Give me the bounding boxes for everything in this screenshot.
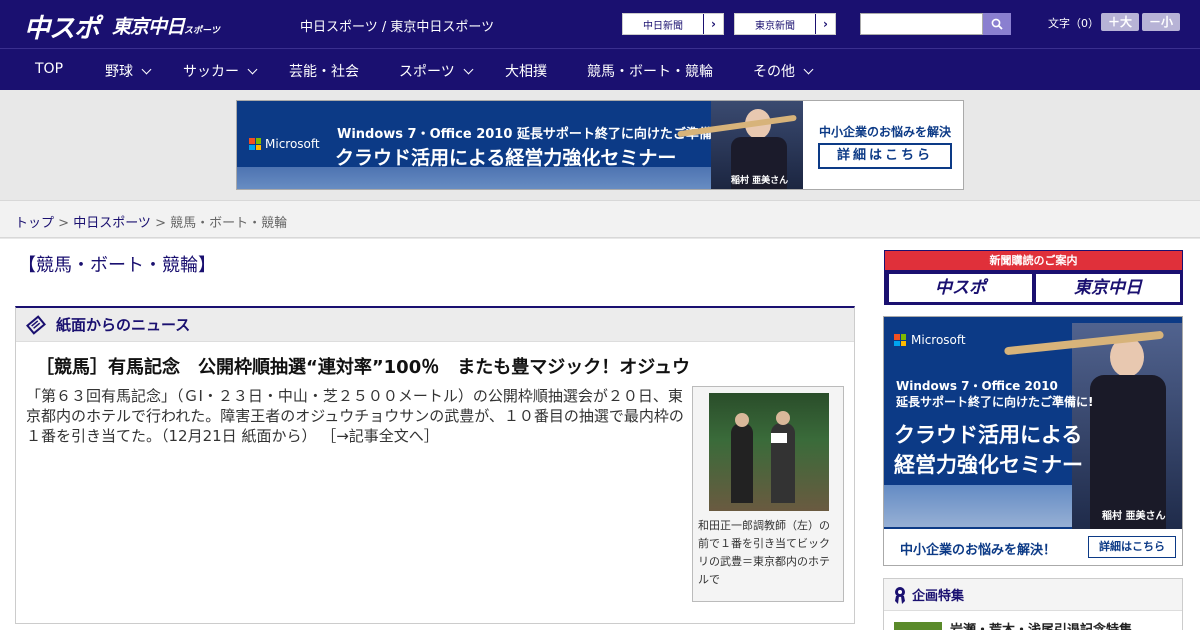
breadcrumb-parent-link[interactable]: 中日スポーツ bbox=[73, 216, 151, 231]
tokyo-chunichi-logo[interactable]: 東京中日スポーツ bbox=[112, 12, 220, 39]
top-header: 中スポ 東京中日スポーツ 中日スポーツ / 東京中日スポーツ 中日新聞 › 東京… bbox=[0, 0, 1200, 48]
newspaper-news-section: 紙面からのニュース ［競馬］有馬記念 公開枠順抽選“連対率”100％ またも豊マ… bbox=[15, 306, 855, 624]
microsoft-logo: Microsoft bbox=[894, 333, 966, 347]
article-title-link[interactable]: ［競馬］有馬記念 公開枠順抽選“連対率”100％ またも豊マジック！オジュウ bbox=[36, 353, 690, 379]
ad-line1: Windows 7・Office 2010 延長サポート終了に向けたご準備に! bbox=[337, 127, 731, 142]
search-button[interactable] bbox=[983, 13, 1011, 35]
ad-person-name: 稲村 亜美さん bbox=[1102, 511, 1166, 522]
microsoft-brand-text: Microsoft bbox=[911, 333, 966, 347]
font-size-label: 文字（0） bbox=[1048, 17, 1099, 30]
ad-line1: Windows 7・Office 2010 bbox=[896, 379, 1058, 393]
breadcrumb-separator: > bbox=[54, 216, 74, 231]
read-more-link[interactable]: ［→記事全文へ］ bbox=[321, 427, 439, 445]
nav-keiba[interactable]: 競馬・ボート・競輪 bbox=[587, 61, 713, 81]
ad-person-name: 稲村 亜美さん bbox=[731, 176, 789, 186]
section-title: 紙面からのニュース bbox=[56, 316, 191, 334]
breadcrumb-home-link[interactable]: トップ bbox=[15, 216, 54, 231]
tokyo-shimbun-link[interactable]: 東京新聞 › bbox=[734, 13, 836, 35]
search-input[interactable] bbox=[860, 13, 983, 35]
section-header: 紙面からのニュース bbox=[16, 308, 854, 342]
ad-line2: クラウド活用による経営力強化セミナー bbox=[335, 147, 677, 169]
chevron-right-icon: › bbox=[703, 14, 723, 34]
subscribe-chuspo-link[interactable]: 中スポ bbox=[889, 274, 1032, 302]
ad-line4: 経営力強化セミナー bbox=[894, 453, 1083, 477]
ad-cta-button[interactable]: 詳細はこちら bbox=[1088, 536, 1176, 558]
font-bigger-button[interactable]: ＋大 bbox=[1101, 13, 1139, 31]
subscribe-tokyo-chunichi-link[interactable]: 東京中日 bbox=[1036, 274, 1180, 302]
ad-line2: 延長サポート終了に向けたご準備に! bbox=[896, 395, 1094, 409]
page-title: 【競馬・ボート・競輪】 bbox=[18, 255, 216, 276]
breadcrumb: トップ > 中日スポーツ > 競馬・ボート・競輪 bbox=[15, 212, 287, 231]
chunichi-shimbun-link[interactable]: 中日新聞 › bbox=[622, 13, 724, 35]
ad-question: 中小企業のお悩みを解決 bbox=[819, 125, 952, 139]
nav-sumo[interactable]: 大相撲 bbox=[505, 61, 547, 81]
site-search bbox=[860, 13, 1011, 35]
ribbon-icon bbox=[895, 586, 905, 604]
nav-label: その他 bbox=[753, 64, 795, 80]
chuspo-logo[interactable]: 中スポ bbox=[24, 8, 100, 45]
feature-thumbnail bbox=[894, 621, 942, 630]
chevron-right-icon: › bbox=[815, 14, 835, 34]
microsoft-brand-text: Microsoft bbox=[265, 137, 320, 151]
nav-other[interactable]: その他 bbox=[753, 61, 814, 81]
feature-item-label: 岩瀬・荒木・浅尾引退記念特集 bbox=[950, 619, 1132, 630]
nav-entertainment[interactable]: 芸能・社会 bbox=[289, 61, 359, 81]
feature-header: 企画特集 bbox=[884, 579, 1182, 611]
nav-label: 野球 bbox=[105, 64, 133, 80]
ad-question: 中小企業のお悩みを解決！ bbox=[900, 543, 1057, 558]
subscription-box: 新聞購読のご案内 中スポ 東京中日 bbox=[884, 250, 1183, 305]
subscription-header: 新聞購読のご案内 bbox=[885, 251, 1182, 270]
microsoft-squares-icon bbox=[894, 334, 906, 346]
article-photo[interactable]: 和田正一郎調教師（左）の前で１番を引き当てビックリの武豊＝東京都内のホテルで bbox=[692, 386, 844, 602]
ad-cta-button[interactable]: 詳細はこちら bbox=[818, 143, 952, 169]
nav-sports[interactable]: スポーツ bbox=[399, 61, 474, 81]
nav-label: 芸能・社会 bbox=[289, 64, 359, 80]
font-smaller-button[interactable]: －小 bbox=[1142, 13, 1180, 31]
ad-right-panel: 中小企業のお悩みを解決 詳細はこちら bbox=[803, 101, 963, 189]
main-nav: TOP 野球 サッカー 芸能・社会 スポーツ 大相撲 競馬・ボート・競輪 その他 bbox=[0, 48, 1200, 90]
top-ad-banner[interactable]: Microsoft Windows 7・Office 2010 延長サポート終了… bbox=[236, 100, 964, 190]
tokyo-chunichi-logo-text: 東京中日 bbox=[112, 16, 185, 38]
nav-baseball[interactable]: 野球 bbox=[105, 61, 152, 81]
breadcrumb-separator: > bbox=[150, 216, 171, 231]
newspaper-icon bbox=[26, 314, 46, 335]
photo-caption: 和田正一郎調教師（左）の前で１番を引き当てビックリの武豊＝東京都内のホテルで bbox=[698, 519, 830, 586]
search-icon bbox=[991, 18, 1003, 30]
microsoft-squares-icon bbox=[249, 138, 261, 150]
article-summary: 「第６３回有馬記念」（ＧⅠ・２３日・中山・芝２５００メートル）の公開枠順抽選会が… bbox=[26, 386, 686, 446]
nav-top[interactable]: TOP bbox=[35, 61, 63, 77]
chevron-down-icon bbox=[141, 64, 152, 74]
nav-label: 大相撲 bbox=[505, 64, 547, 80]
article-photo-image bbox=[709, 393, 829, 511]
ad-line3: クラウド活用による bbox=[894, 423, 1083, 447]
chevron-down-icon bbox=[803, 64, 814, 74]
nav-label: 競馬・ボート・競輪 bbox=[587, 64, 713, 80]
feature-item[interactable]: 岩瀬・荒木・浅尾引退記念特集 bbox=[894, 619, 1132, 630]
breadcrumb-current: 競馬・ボート・競輪 bbox=[170, 216, 288, 231]
chevron-down-icon bbox=[463, 64, 474, 74]
subscription-title: 新聞購読のご案内 bbox=[989, 254, 1078, 267]
main-content: 【競馬・ボート・競輪】 紙面からのニュース ［競馬］有馬記念 公開枠順抽選“連対… bbox=[0, 239, 1200, 630]
feature-section: 企画特集 岩瀬・荒木・浅尾引退記念特集 bbox=[883, 578, 1183, 630]
microsoft-logo: Microsoft bbox=[249, 137, 320, 151]
chevron-down-icon bbox=[247, 64, 258, 74]
nav-label: スポーツ bbox=[399, 64, 455, 80]
ad-bottom-panel: 中小企業のお悩みを解決！ 詳細はこちら bbox=[884, 529, 1182, 565]
tokyo-shimbun-label: 東京新聞 bbox=[755, 21, 795, 32]
tokyo-chunichi-logo-small: スポーツ bbox=[184, 26, 220, 36]
feature-title: 企画特集 bbox=[912, 589, 965, 604]
nav-soccer[interactable]: サッカー bbox=[183, 61, 258, 81]
ad-person-image bbox=[1072, 323, 1182, 529]
nav-label: サッカー bbox=[183, 64, 239, 80]
site-title: 中日スポーツ / 東京中日スポーツ bbox=[300, 20, 495, 35]
chunichi-shimbun-label: 中日新聞 bbox=[643, 21, 683, 32]
nav-label: TOP bbox=[35, 61, 64, 77]
breadcrumb-bar: トップ > 中日スポーツ > 競馬・ボート・競輪 bbox=[0, 200, 1200, 238]
sidebar-ad[interactable]: Microsoft Windows 7・Office 2010 延長サポート終了… bbox=[883, 316, 1183, 566]
